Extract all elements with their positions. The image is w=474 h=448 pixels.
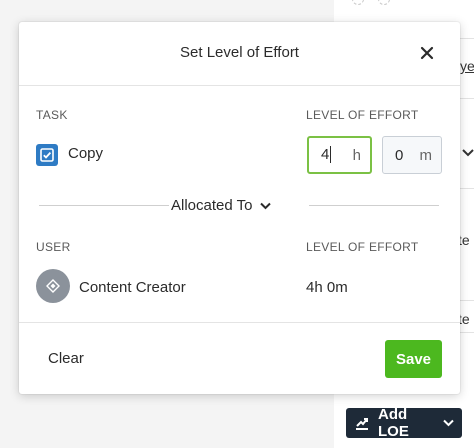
background-icons [352,0,412,6]
chevron-down-icon [443,419,454,427]
background-link-fragment[interactable]: ye [460,58,474,74]
header-divider [19,85,460,86]
minutes-unit: m [419,146,433,164]
settings-icon [352,0,364,5]
minutes-value: 0 [395,146,404,164]
close-button[interactable] [417,43,437,63]
allocated-to-toggle[interactable]: Allocated To [171,197,272,214]
dialog-title: Set Level of Effort [180,44,299,61]
allocated-divider-right [309,205,439,206]
checkbox-icon [36,144,58,166]
user-loe-column-header: LEVEL OF EFFORT [306,240,419,254]
user-name: Content Creator [79,279,186,296]
user-loe-value: 4h 0m [306,279,348,296]
close-icon [420,46,434,60]
footer-divider [19,322,460,323]
hours-input[interactable]: 4 h [307,136,372,174]
loe-column-header: LEVEL OF EFFORT [306,108,419,122]
settings-icon [378,0,390,5]
task-column-header: TASK [36,108,68,122]
dialog-header: Set Level of Effort [19,22,460,85]
chevron-down-icon[interactable] [462,148,474,158]
add-loe-label: Add LOE [378,406,409,440]
minutes-input[interactable]: 0 m [382,136,442,174]
avatar [36,269,70,303]
user-column-header: USER [36,240,71,254]
task-name: Copy [68,145,104,162]
diamond-icon [46,279,60,293]
allocated-to-label: Allocated To [171,197,253,214]
allocated-divider-left [39,205,169,206]
clear-button[interactable]: Clear [48,350,84,367]
loe-dialog: Set Level of Effort TASK LEVEL OF EFFORT… [19,22,460,394]
save-button[interactable]: Save [385,340,442,378]
effort-chart-icon [354,415,370,431]
chevron-down-icon [260,202,272,210]
hours-unit: h [352,146,361,164]
hours-value: 4 [321,146,330,163]
text-caret [330,146,332,164]
add-loe-button[interactable]: Add LOE [346,406,462,440]
